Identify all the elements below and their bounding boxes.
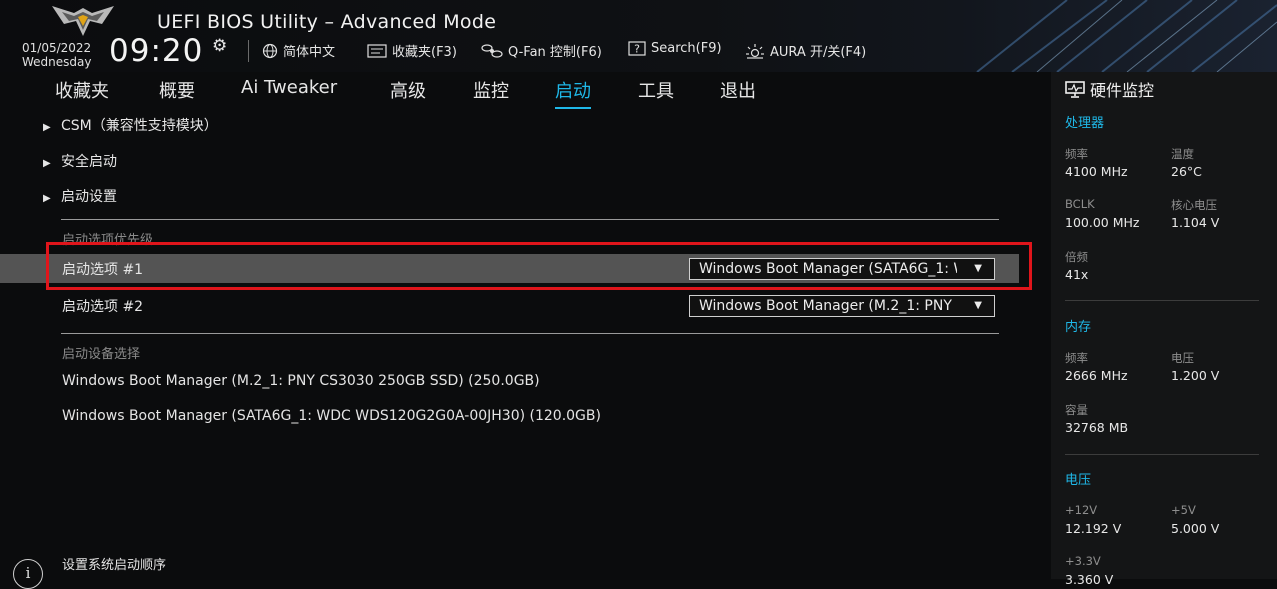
submenu-label: 启动设置 (61, 189, 117, 205)
tab-exit[interactable]: 退出 (720, 77, 756, 103)
ratio-value: 41x (1065, 267, 1089, 282)
gear-icon[interactable]: ⚙ (212, 36, 227, 56)
v5-value: 5.000 V (1171, 521, 1220, 536)
v33-value: 3.360 V (1065, 572, 1114, 587)
bclk-value: 100.00 MHz (1065, 215, 1140, 230)
divider (61, 333, 999, 334)
weekday-text: Wednesday (22, 55, 92, 69)
hw-cat-cpu: 处理器 (1065, 116, 1105, 131)
search-help-icon: ? (628, 41, 646, 56)
aura-button[interactable]: AURA 开/关(F4) (745, 41, 866, 60)
boot-device-item[interactable]: Windows Boot Manager (SATA6G_1: WDC WDS1… (62, 408, 601, 424)
header-decoration (976, 0, 1277, 72)
hw-monitor-label: 硬件监控 (1090, 81, 1155, 100)
tab-favorites[interactable]: 收藏夹 (55, 77, 109, 103)
monitor-icon (1065, 80, 1085, 98)
svg-text:?: ? (634, 43, 640, 56)
divider (61, 219, 999, 220)
cpu-freq-label: 频率 (1065, 147, 1088, 161)
submenu-csm[interactable]: ▶ CSM（兼容性支持模块） (43, 115, 218, 135)
info-icon: i (13, 559, 43, 589)
tab-boot[interactable]: 启动 (555, 77, 591, 109)
boot-device-item[interactable]: Windows Boot Manager (M.2_1: PNY CS3030 … (62, 373, 540, 389)
dropdown-arrow-icon: ▼ (974, 300, 982, 311)
vcore-value: 1.104 V (1171, 215, 1220, 230)
hardware-monitor-panel: 硬件监控 处理器 频率 温度 4100 MHz 26°C BCLK 核心电压 1… (1051, 72, 1277, 587)
v12-value: 12.192 V (1065, 521, 1122, 536)
submenu-label: CSM（兼容性支持模块） (61, 118, 218, 134)
language-button[interactable]: 简体中文 (262, 41, 335, 60)
help-text: 设置系统启动顺序 (62, 558, 167, 573)
search-label: Search(F9) (651, 41, 722, 56)
globe-icon (262, 43, 278, 58)
chevron-right-icon: ▶ (43, 122, 51, 133)
hw-monitor-title: 硬件监控 (1065, 77, 1154, 101)
ratio-label: 倍频 (1065, 250, 1088, 264)
tab-advanced[interactable]: 高级 (390, 77, 426, 103)
submenu-label: 安全启动 (61, 154, 117, 170)
date-display: 01/05/2022 Wednesday (22, 41, 91, 69)
red-highlight-box (46, 242, 1032, 290)
tab-ai-tweaker[interactable]: Ai Tweaker (241, 77, 337, 98)
qfan-button[interactable]: Q-Fan 控制(F6) (481, 41, 602, 60)
mem-freq-value: 2666 MHz (1065, 368, 1128, 383)
mem-cap-value: 32768 MB (1065, 420, 1129, 435)
date-text: 01/05/2022 (22, 41, 92, 55)
favorites-label: 收藏夹(F3) (392, 45, 457, 60)
submenu-boot-config[interactable]: ▶ 启动设置 (43, 186, 117, 206)
header-bar: UEFI BIOS Utility – Advanced Mode 01/05/… (0, 0, 1277, 72)
aura-icon (746, 43, 764, 59)
favorites-button[interactable]: 收藏夹(F3) (367, 41, 457, 60)
vcore-label: 核心电压 (1171, 198, 1217, 212)
fan-icon (481, 43, 503, 58)
favorites-icon (367, 43, 387, 58)
divider (248, 40, 249, 62)
v12-label: +12V (1065, 503, 1098, 517)
search-button[interactable]: ? Search(F9) (628, 41, 722, 56)
v5-label: +5V (1171, 503, 1196, 517)
mem-freq-label: 频率 (1065, 351, 1088, 365)
hw-cat-voltage: 电压 (1065, 473, 1092, 488)
language-label: 简体中文 (283, 45, 336, 60)
chevron-right-icon: ▶ (43, 158, 51, 169)
tuf-logo (52, 6, 114, 36)
chevron-right-icon: ▶ (43, 193, 51, 204)
boot-option-2-value: Windows Boot Manager (M.2_1: PNY CS3030 … (699, 298, 957, 314)
tab-overview[interactable]: 概要 (159, 77, 195, 103)
divider (1065, 300, 1259, 301)
bclk-label: BCLK (1065, 197, 1095, 211)
cpu-temp-value: 26°C (1171, 164, 1202, 179)
hw-cat-memory: 内存 (1065, 320, 1092, 335)
boot-option-2-label: 启动选项 #2 (62, 299, 144, 315)
tab-tool[interactable]: 工具 (638, 77, 674, 103)
mem-volt-label: 电压 (1171, 351, 1194, 365)
bios-title: UEFI BIOS Utility – Advanced Mode (157, 11, 497, 33)
mem-cap-label: 容量 (1065, 403, 1088, 417)
clock-display: 09:20 (109, 33, 204, 69)
qfan-label: Q-Fan 控制(F6) (508, 45, 602, 60)
boot-option-2-select[interactable]: Windows Boot Manager (M.2_1: PNY CS3030 … (689, 295, 995, 317)
cpu-temp-label: 温度 (1171, 147, 1194, 161)
aura-label: AURA 开/关(F4) (770, 45, 867, 60)
section-boot-device: 启动设备选择 (62, 347, 141, 362)
mem-volt-value: 1.200 V (1171, 368, 1220, 383)
divider (1065, 454, 1259, 455)
submenu-secure-boot[interactable]: ▶ 安全启动 (43, 151, 117, 171)
cpu-freq-value: 4100 MHz (1065, 164, 1128, 179)
tab-monitor[interactable]: 监控 (473, 77, 509, 103)
main-menu-tabs: 收藏夹 概要 Ai Tweaker 高级 监控 启动 工具 退出 (0, 72, 1050, 109)
v33-label: +3.3V (1065, 554, 1101, 568)
